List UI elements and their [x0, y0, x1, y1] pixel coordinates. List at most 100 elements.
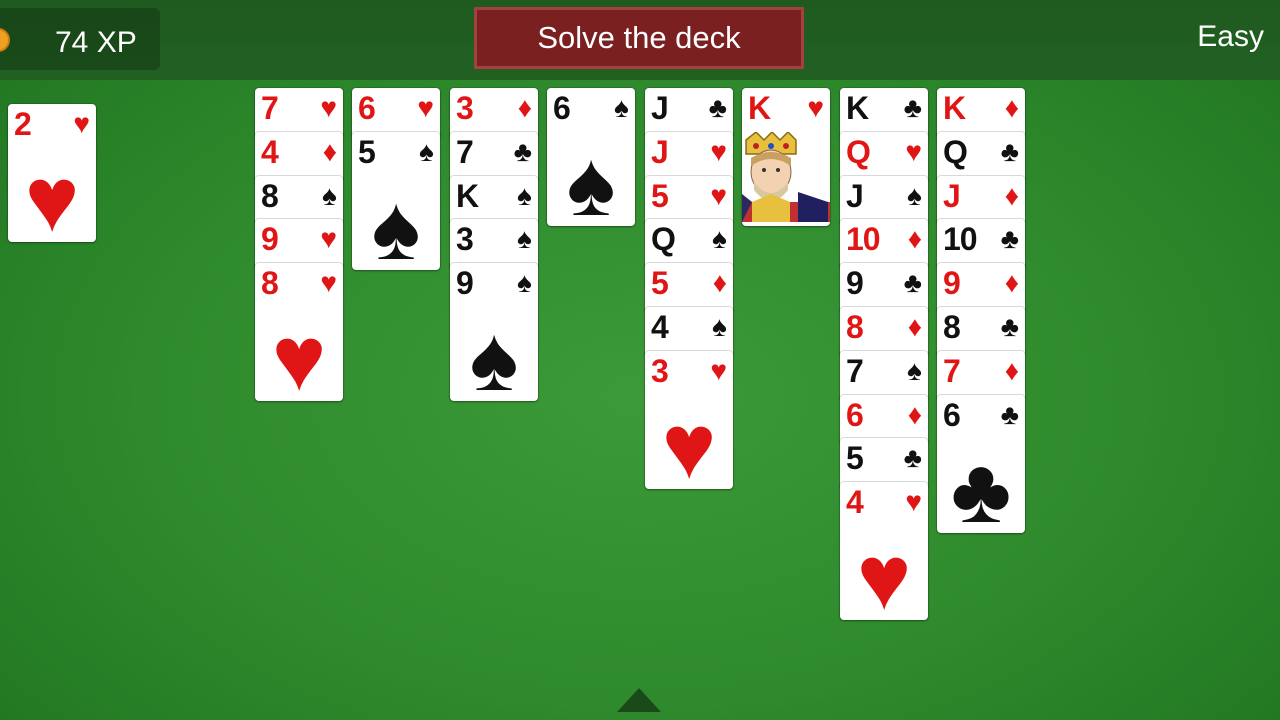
- card-6-diamonds[interactable]: 6 ♦: [840, 394, 928, 445]
- card-J-diamonds[interactable]: J ♦: [937, 175, 1025, 226]
- card-rank: 5: [651, 265, 669, 302]
- card-5-hearts[interactable]: 5 ♥: [645, 175, 733, 226]
- card-rank: Q: [846, 133, 871, 170]
- clubs-suit-icon: ♣: [513, 135, 532, 167]
- xp-coin-icon: [0, 28, 10, 52]
- card-5-clubs[interactable]: 5 ♣: [840, 438, 928, 489]
- hearts-suit-icon: ♥: [807, 92, 824, 123]
- card-rank: 10: [943, 221, 978, 258]
- card-K-diamonds[interactable]: K ♦: [937, 88, 1025, 138]
- card-5-spades[interactable]: 5 ♠ ♠: [352, 131, 440, 274]
- card-8-spades[interactable]: 8 ♠: [255, 175, 343, 226]
- card-J-clubs[interactable]: J ♣: [645, 88, 733, 138]
- diamonds-suit-icon: ♦: [1004, 267, 1019, 299]
- card-5-diamonds[interactable]: 5 ♦: [645, 263, 733, 313]
- card-rank: 7: [846, 352, 864, 389]
- spades-suit-icon: ♠: [907, 179, 922, 211]
- card-Q-spades[interactable]: Q ♠: [645, 219, 733, 270]
- clubs-suit-icon: ♣: [903, 442, 922, 474]
- card-7-spades[interactable]: 7 ♠: [840, 350, 928, 401]
- card-rank: 9: [846, 265, 864, 302]
- spades-suit-icon: ♠: [517, 223, 532, 255]
- card-10-clubs[interactable]: 10 ♣: [937, 219, 1025, 270]
- hearts-large-suit-icon: ♥: [271, 308, 327, 411]
- hearts-suit-icon: ♥: [710, 135, 727, 167]
- spades-suit-icon: ♠: [322, 179, 337, 211]
- card-rank: 9: [261, 221, 279, 258]
- diamonds-suit-icon: ♦: [907, 223, 922, 255]
- card-rank: 10: [846, 221, 881, 258]
- card-J-spades[interactable]: J ♠: [840, 175, 928, 226]
- card-6-hearts[interactable]: 6 ♥: [352, 88, 440, 138]
- card-rank: 6: [358, 90, 376, 126]
- diamonds-suit-icon: ♦: [1004, 92, 1019, 123]
- diamonds-suit-icon: ♦: [712, 267, 727, 299]
- card-K-clubs[interactable]: K ♣: [840, 88, 928, 138]
- card-4-spades[interactable]: 4 ♠: [645, 307, 733, 357]
- card-8-diamonds[interactable]: 8 ♦: [840, 307, 928, 357]
- goal-banner[interactable]: Solve the deck: [474, 7, 804, 69]
- card-6-spades[interactable]: 6 ♠ ♠: [547, 88, 635, 230]
- card-Q-clubs[interactable]: Q ♣: [937, 131, 1025, 182]
- card-rank: 6: [553, 90, 571, 126]
- hearts-suit-icon: ♥: [417, 92, 434, 123]
- diamonds-suit-icon: ♦: [907, 311, 922, 342]
- card-K-spades[interactable]: K ♠: [450, 175, 538, 226]
- hearts-large-suit-icon: ♥: [661, 395, 717, 498]
- card-3-spades[interactable]: 3 ♠: [450, 219, 538, 270]
- card-rank: J: [846, 177, 864, 214]
- spades-suit-icon: ♠: [712, 223, 727, 255]
- card-J-hearts[interactable]: J ♥: [645, 131, 733, 182]
- card-rank: Q: [651, 221, 676, 258]
- card-9-diamonds[interactable]: 9 ♦: [937, 263, 1025, 313]
- diamonds-suit-icon: ♦: [1004, 179, 1019, 211]
- hearts-suit-icon: ♥: [320, 92, 337, 123]
- king-portrait-icon: [742, 132, 830, 222]
- card-7-diamonds[interactable]: 7 ♦: [937, 350, 1025, 401]
- spades-suit-icon: ♠: [419, 135, 434, 167]
- card-6-clubs[interactable]: 6 ♣ ♣: [937, 394, 1025, 537]
- xp-counter[interactable]: 74 XP: [0, 8, 160, 70]
- hearts-suit-icon: ♥: [73, 108, 90, 139]
- spades-large-suit-icon: ♠: [469, 308, 519, 411]
- card-8-hearts[interactable]: 8 ♥ ♥: [255, 263, 343, 405]
- card-rank: Q: [943, 133, 968, 170]
- card-rank: 8: [261, 177, 279, 214]
- clubs-suit-icon: ♣: [708, 92, 727, 123]
- card-rank: J: [651, 90, 669, 126]
- card-rank: 7: [943, 352, 961, 389]
- diamonds-suit-icon: ♦: [907, 398, 922, 430]
- card-K-hearts[interactable]: K ♥: [742, 88, 830, 226]
- card-rank: 6: [846, 396, 864, 433]
- card-Q-hearts[interactable]: Q ♥: [840, 131, 928, 182]
- card-rank: K: [943, 90, 966, 126]
- spades-suit-icon: ♠: [517, 267, 532, 299]
- spades-large-suit-icon: ♠: [566, 133, 616, 235]
- card-3-hearts[interactable]: 3 ♥ ♥: [645, 350, 733, 493]
- card-9-spades[interactable]: 9 ♠ ♠: [450, 263, 538, 405]
- hearts-suit-icon: ♥: [710, 179, 727, 211]
- card-4-hearts[interactable]: 4 ♥ ♥: [840, 482, 928, 624]
- card-rank: 2: [14, 106, 32, 142]
- menu-up-arrow-icon[interactable]: [617, 688, 661, 712]
- card-3-diamonds[interactable]: 3 ♦: [450, 88, 538, 138]
- diamonds-suit-icon: ♦: [517, 92, 532, 123]
- card-10-diamonds[interactable]: 10 ♦: [840, 219, 928, 270]
- card-4-diamonds[interactable]: 4 ♦: [255, 131, 343, 182]
- difficulty-label: Easy: [1197, 20, 1264, 53]
- card-2-hearts[interactable]: 2 ♥ ♥: [8, 104, 96, 246]
- card-rank: 5: [846, 440, 864, 477]
- card-7-clubs[interactable]: 7 ♣: [450, 131, 538, 182]
- hearts-suit-icon: ♥: [905, 486, 922, 518]
- card-rank: 4: [846, 484, 864, 521]
- clubs-suit-icon: ♣: [903, 267, 922, 299]
- card-rank: 3: [456, 90, 474, 126]
- diamonds-suit-icon: ♦: [1004, 354, 1019, 386]
- card-9-clubs[interactable]: 9 ♣: [840, 263, 928, 313]
- card-9-hearts[interactable]: 9 ♥: [255, 219, 343, 270]
- card-8-clubs[interactable]: 8 ♣: [937, 307, 1025, 357]
- card-7-hearts[interactable]: 7 ♥: [255, 88, 343, 138]
- spades-large-suit-icon: ♠: [371, 176, 421, 279]
- clubs-suit-icon: ♣: [1000, 311, 1019, 342]
- card-rank: 7: [261, 90, 279, 126]
